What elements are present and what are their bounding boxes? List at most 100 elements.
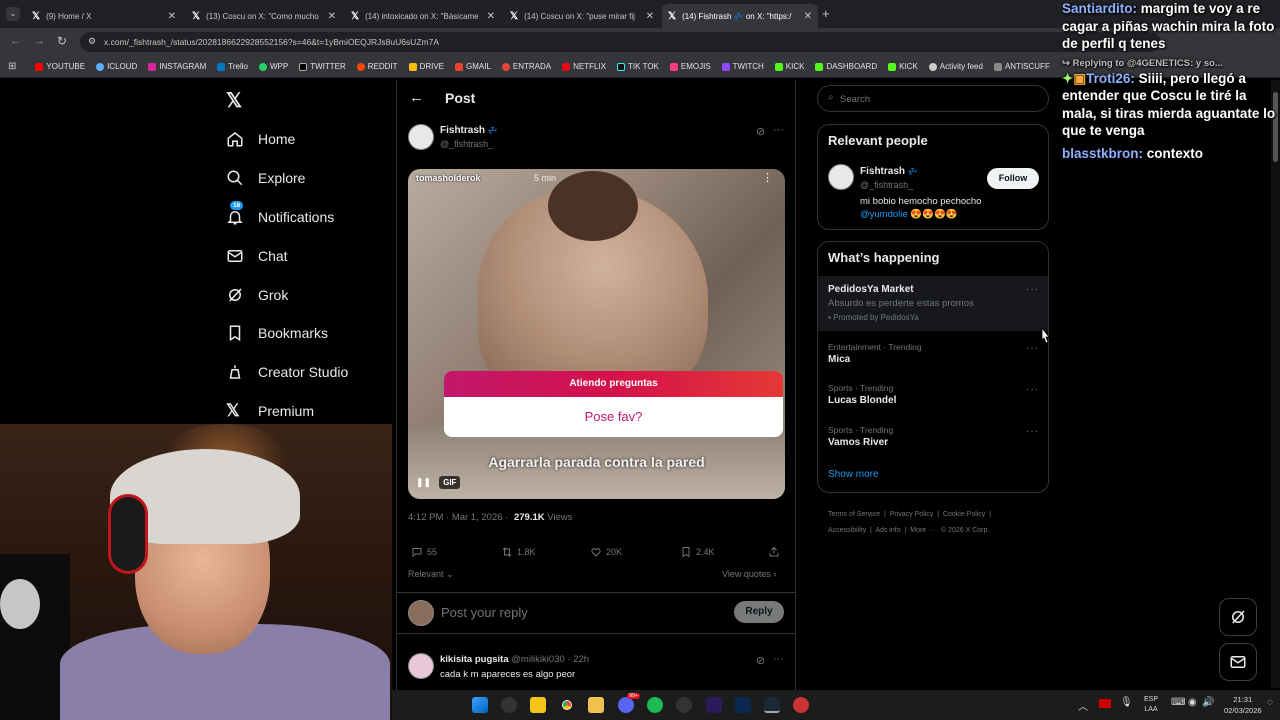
person-avatar[interactable] xyxy=(828,164,854,190)
tray-volume-icon[interactable]: 🔊 xyxy=(1202,697,1214,708)
back-icon[interactable]: ← xyxy=(10,35,21,47)
reply-input[interactable]: Post your reply xyxy=(441,605,528,620)
chrome-icon[interactable] xyxy=(559,697,575,713)
footer-link[interactable]: Ads info xyxy=(875,527,900,534)
footer-link[interactable]: Accessibility xyxy=(828,527,866,534)
browser-tab[interactable]: 𝕏 (9) Home / X ✕ xyxy=(26,4,182,28)
bookmark-item[interactable]: KICK xyxy=(774,62,804,71)
tab-close-icon[interactable]: ✕ xyxy=(487,11,495,22)
tray-language[interactable]: ESP LAA xyxy=(1144,695,1158,715)
site-info-icon[interactable]: ⚙ xyxy=(88,36,96,47)
bio-mention-link[interactable]: @yumdolie xyxy=(860,209,908,220)
browser-tab-active[interactable]: 𝕏 (14) Fishtrash 💤 on X: "https:/ ✕ xyxy=(662,4,818,28)
tray-wifi-icon[interactable]: ◉ xyxy=(1188,697,1197,708)
apps-icon[interactable]: ⊞ xyxy=(8,61,16,72)
grok-floating-button[interactable] xyxy=(1219,598,1257,636)
post-media-gif[interactable]: tomasholderok 5 min ⋮ Atiendo preguntas … xyxy=(408,169,785,499)
author-name-row[interactable]: Fishtrash 💤 xyxy=(440,125,498,136)
repost-action[interactable]: 1.8K xyxy=(501,546,536,558)
bookmark-item[interactable]: NETFLIX xyxy=(562,62,606,71)
promo-more-icon[interactable]: ··· xyxy=(1026,284,1039,295)
bookmark-item[interactable]: YOUTUBE xyxy=(35,62,85,71)
taskbar-app-icon[interactable] xyxy=(501,697,517,713)
person-name-row[interactable]: Fishtrash 💤 xyxy=(860,166,918,177)
bookmark-item[interactable]: TWITCH xyxy=(721,62,764,71)
trend-item[interactable]: Sports · Trending Lucas Blondel xyxy=(828,383,896,406)
search-box[interactable]: ⌕ Search xyxy=(817,85,1049,112)
photoshop-icon[interactable] xyxy=(735,697,751,713)
trend-item[interactable]: Entertainment · Trending Mica xyxy=(828,342,922,365)
comment-grok-icon[interactable]: ⊘ xyxy=(756,654,765,667)
page-scrollbar[interactable] xyxy=(1271,80,1280,688)
trend-more-icon[interactable]: ··· xyxy=(1026,384,1039,395)
trend-more-icon[interactable]: ··· xyxy=(1026,343,1039,354)
bookmark-item[interactable]: TIK TOK xyxy=(617,62,659,71)
nav-creator-studio[interactable]: Creator Studio xyxy=(226,360,348,384)
start-icon[interactable] xyxy=(472,697,488,713)
like-action[interactable]: 20K xyxy=(590,546,622,558)
nav-chat[interactable]: Chat xyxy=(226,244,288,268)
tray-network-icon[interactable]: ⌨ xyxy=(1171,697,1185,708)
bookmark-item[interactable]: Trello xyxy=(217,62,248,71)
tray-chevron-icon[interactable]: ︿ xyxy=(1078,698,1088,713)
show-more-link[interactable]: Show more xyxy=(828,469,879,480)
x-logo-icon[interactable]: 𝕏 xyxy=(226,88,242,113)
nav-notifications[interactable]: Notifications 16 xyxy=(226,201,334,229)
tray-notification-icon[interactable]: ◌ xyxy=(1267,697,1273,708)
comment-more-icon[interactable]: ··· xyxy=(773,653,784,665)
tab-close-icon[interactable]: ✕ xyxy=(328,11,336,22)
discord-icon[interactable] xyxy=(618,697,634,713)
trend-item[interactable]: Sports · Trending Vamos River xyxy=(828,425,893,448)
tray-flag-icon[interactable] xyxy=(1099,699,1111,708)
commenter-name[interactable]: kikisita pugsita xyxy=(440,654,509,665)
taskbar-notes-icon[interactable] xyxy=(530,697,546,713)
url-input[interactable]: ⚙ x.com/_fishtrash_/status/2028186622928… xyxy=(80,32,1160,52)
footer-link[interactable]: Terms of Service xyxy=(828,511,880,518)
share-action[interactable] xyxy=(768,546,780,558)
tab-close-icon[interactable]: ✕ xyxy=(646,11,654,22)
messages-floating-button[interactable] xyxy=(1219,643,1257,681)
nav-grok[interactable]: Grok xyxy=(226,283,288,307)
tab-close-icon[interactable]: ✕ xyxy=(168,11,176,22)
browser-tab[interactable]: 𝕏 (14) Coscu on X: "puse mirar fij ✕ xyxy=(504,4,660,28)
pause-icon[interactable]: ❚❚ xyxy=(416,477,431,488)
footer-link[interactable]: More ··· xyxy=(910,527,935,534)
person-handle[interactable]: @_fishtrash_ xyxy=(860,180,913,190)
own-avatar[interactable] xyxy=(408,600,434,626)
tab-close-icon[interactable]: ✕ xyxy=(804,11,812,22)
back-arrow-icon[interactable]: ← xyxy=(409,89,424,106)
reply-button[interactable]: Reply xyxy=(734,601,784,623)
tab-search-button[interactable]: ⌄ xyxy=(6,7,20,21)
nav-bookmarks[interactable]: Bookmarks xyxy=(226,321,328,345)
bookmark-item[interactable]: INSTAGRAM xyxy=(148,62,206,71)
gif-controls[interactable]: ❚❚ GIF xyxy=(416,476,461,489)
commenter-handle[interactable]: @milikiki030 xyxy=(511,654,564,665)
bookmark-item[interactable]: ENTRADA xyxy=(501,62,551,71)
bookmark-item[interactable]: REDDIT xyxy=(356,62,398,71)
bookmark-action[interactable]: 2.4K xyxy=(680,546,715,558)
reply-action[interactable]: 55 xyxy=(411,546,437,558)
spotify-icon[interactable] xyxy=(647,697,663,713)
view-quotes-link[interactable]: View quotes › xyxy=(722,569,776,579)
author-handle[interactable]: @_fishtrash_ xyxy=(440,139,493,149)
footer-link[interactable]: Privacy Policy xyxy=(890,511,934,518)
premiere-icon[interactable] xyxy=(706,697,722,713)
grok-explain-icon[interactable]: ⊘ xyxy=(756,125,765,138)
bookmark-item[interactable]: ICLOUD xyxy=(96,62,137,71)
bookmark-item[interactable]: ANTISCUFF xyxy=(993,62,1050,71)
browser-tab[interactable]: 𝕏 (14) intoxicado on X: "Básicame ✕ xyxy=(345,4,501,28)
author-avatar[interactable] xyxy=(408,124,434,150)
bookmark-item[interactable]: DASHBOARD xyxy=(815,62,877,71)
bookmark-item[interactable]: GMAIL xyxy=(455,62,491,71)
steam-icon[interactable] xyxy=(764,697,780,713)
bookmark-item[interactable]: EMOJIS xyxy=(669,62,711,71)
nav-explore[interactable]: Explore xyxy=(226,166,305,190)
follow-button[interactable]: Follow xyxy=(987,168,1039,189)
tray-mic-icon[interactable]: 🎙 xyxy=(1120,697,1133,708)
reply-sort-dropdown[interactable]: Relevant ⌄ xyxy=(408,569,454,580)
post-timestamp[interactable]: 4:12 PM · Mar 1, 2026 · xyxy=(408,512,508,523)
bookmark-item[interactable]: WPP xyxy=(258,62,288,71)
commenter-avatar[interactable] xyxy=(408,653,434,679)
bookmark-item[interactable]: KICK xyxy=(888,62,918,71)
bookmark-item[interactable]: DRIVE xyxy=(408,62,444,71)
